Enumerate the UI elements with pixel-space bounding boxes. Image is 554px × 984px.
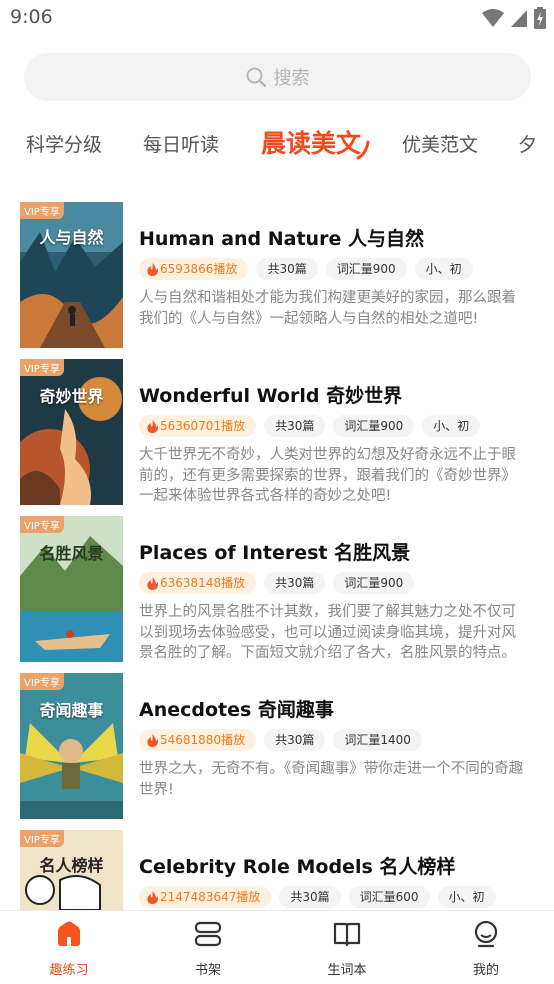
plays-badge: 54681880播放 [139,729,257,751]
book-tags: 6593866播放 共30篇 词汇量900 小、初 [139,258,473,280]
chapters-badge: 共30篇 [256,258,318,280]
book-description: 世界上的风景名胜不计其数，我们要了解其魅力之处不仅可以到现场去体验感受，也可以通… [139,604,516,661]
list-item[interactable]: VIP专享 奇妙世界 Wonderful World 奇妙世界 56360701… [0,359,554,505]
book-title[interactable]: Places of Interest 名胜风景 [139,538,410,565]
flame-icon [147,576,158,590]
home-icon [58,921,80,946]
level-badge: 小、初 [414,258,473,280]
book-title[interactable]: Anecdotes 奇闻趣事 [139,695,334,722]
level-badge: 小、初 [437,886,496,908]
cover-title: 名人榜样 [39,856,104,875]
book-description: 人与自然和谐相处才能为我们构建更美好的家园，那么跟着我们的《人与自然》一起领略人… [139,290,516,327]
plays-badge: 6593866播放 [139,258,249,280]
search-input[interactable]: 搜索 [24,53,531,101]
vocab-badge: 词汇量1400 [333,729,422,751]
book-cover[interactable]: VIP专享 奇闻趣事 [20,673,123,819]
cover-title: 奇妙世界 [39,387,104,406]
book-title[interactable]: Celebrity Role Models 名人榜样 [139,852,455,879]
cover-title: 人与自然 [39,228,104,247]
chapters-badge: 共30篇 [264,572,326,594]
search-placeholder: 搜索 [273,68,310,89]
plays-badge: 63638148播放 [139,572,257,594]
status-icons [482,7,546,29]
flame-icon [147,419,158,433]
book-cover[interactable]: VIP专享 人与自然 [20,202,123,348]
flame-icon [147,733,158,747]
signal-icon [511,10,527,27]
flame-icon [147,262,158,276]
cover-title: 名胜风景 [39,544,104,563]
tab-morning-reading[interactable]: 晨读美文 [261,124,361,160]
vip-badge: VIP专享 [20,673,64,690]
nav-label: 趣练习 [49,963,89,978]
book-description: 大千世界无不奇妙，人类对世界的幻想及好奇永远不止于眼前的，还有更多需要探索的世界… [139,447,516,504]
nav-label: 我的 [472,963,499,978]
vocab-badge: 词汇量900 [333,572,415,594]
nav-label: 生词本 [327,963,367,978]
bookshelf-icon [194,921,222,947]
book-tags: 2147483647播放 共30篇 词汇量600 小、初 [139,886,496,908]
book-description: 世界之大，无奇不有。《奇闻趣事》带你走进一个不同的奇趣世界! [139,761,524,798]
list-item[interactable]: VIP专享 名胜风景 Places of Interest 名胜风景 63638… [0,516,554,662]
nav-profile[interactable]: 我的 [436,911,536,984]
book-cover[interactable]: VIP专享 名人榜样 [20,830,123,910]
book-tags: 56360701播放 共30篇 词汇量900 小、初 [139,415,481,437]
category-tabs: 科学分级 每日听读 晨读美文 优美范文 夕 [0,122,554,166]
book-cover[interactable]: VIP专享 奇妙世界 [20,359,123,505]
flame-icon [147,890,158,904]
nav-bookshelf[interactable]: 书架 [158,911,258,984]
nav-vocabulary[interactable]: 生词本 [297,911,397,984]
tab-evening[interactable]: 夕 [518,130,537,157]
search-icon [246,67,266,87]
vip-badge: VIP专享 [20,830,64,847]
book-tags: 54681880播放 共30篇 词汇量1400 [139,729,422,751]
vocab-badge: 词汇量900 [333,415,415,437]
list-item[interactable]: VIP专享 人与自然 Human and Nature 人与自然 6593866… [0,202,554,348]
vocab-badge: 词汇量900 [325,258,407,280]
profile-icon [474,920,498,948]
book-cover[interactable]: VIP专享 名胜风景 [20,516,123,662]
status-time: 9:06 [10,6,53,28]
active-tab-indicator [356,140,370,160]
cover-title: 奇闻趣事 [39,701,104,720]
plays-count: 2147483647播放 [160,890,261,904]
book-title[interactable]: Human and Nature 人与自然 [139,224,424,251]
chapters-badge: 共30篇 [264,415,326,437]
book-title[interactable]: Wonderful World 奇妙世界 [139,381,402,408]
open-book-icon [333,922,361,947]
wifi-icon [482,9,504,27]
tab-model-essays[interactable]: 优美范文 [402,130,478,157]
tab-daily-listening[interactable]: 每日听读 [143,130,219,157]
chapters-badge: 共30篇 [264,729,326,751]
status-bar: 9:06 [0,0,554,38]
vip-badge: VIP专享 [20,516,64,533]
plays-count: 63638148播放 [160,576,246,590]
plays-count: 6593866播放 [160,262,238,276]
nav-practice[interactable]: 趣练习 [19,911,119,984]
level-badge: 小、初 [422,415,481,437]
nav-label: 书架 [194,963,221,978]
plays-count: 54681880播放 [160,733,246,747]
list-item[interactable]: VIP专享 奇闻趣事 Anecdotes 奇闻趣事 54681880播放 共30… [0,673,554,819]
vocab-badge: 词汇量600 [348,886,430,908]
vip-badge: VIP专享 [20,202,64,219]
tab-science-grading[interactable]: 科学分级 [26,130,102,157]
battery-charging-icon [534,7,546,29]
list-item[interactable]: VIP专享 名人榜样 Celebrity Role Models 名人榜样 21… [0,830,554,910]
book-tags: 63638148播放 共30篇 词汇量900 [139,572,415,594]
plays-badge: 56360701播放 [139,415,257,437]
plays-count: 56360701播放 [160,419,246,433]
plays-badge: 2147483647播放 [139,886,272,908]
bottom-nav: 趣练习 书架 生词本 我的 [0,910,554,984]
chapters-badge: 共30篇 [279,886,341,908]
vip-badge: VIP专享 [20,359,64,376]
